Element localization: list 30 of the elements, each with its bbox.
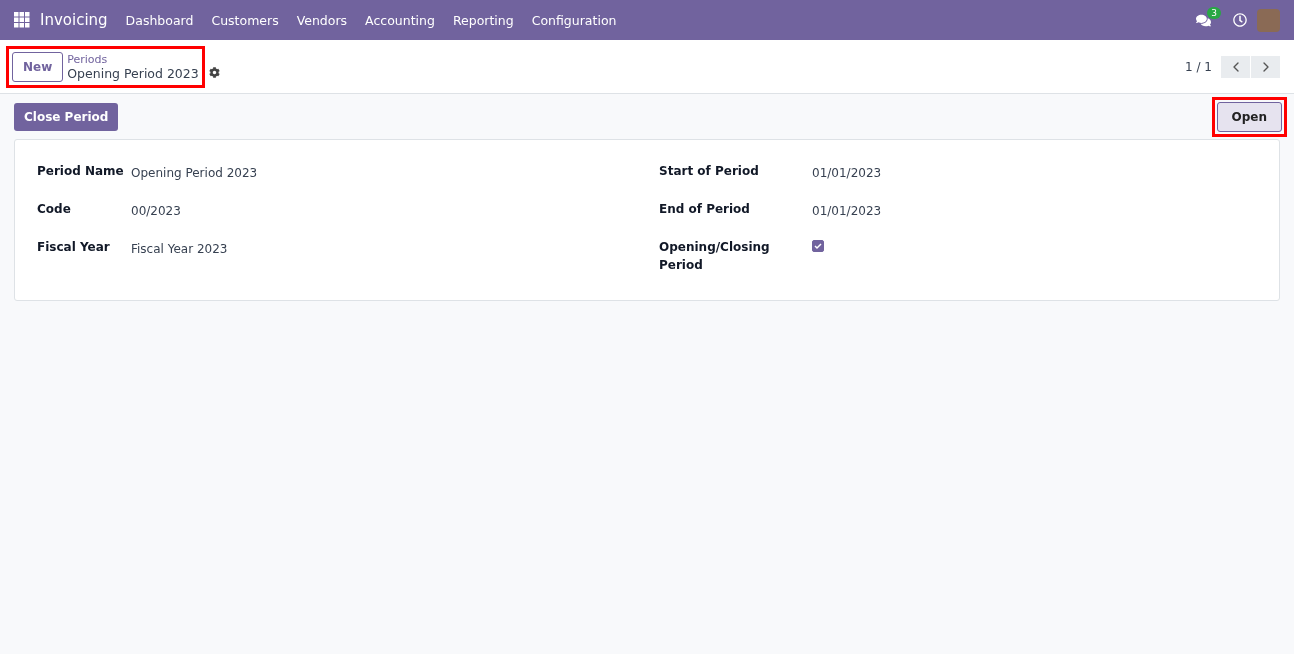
breadcrumb-link[interactable]: Periods bbox=[67, 52, 199, 66]
app-grid-icon[interactable] bbox=[14, 12, 30, 28]
new-button[interactable]: New bbox=[12, 51, 64, 82]
count-badge: 3 bbox=[1207, 6, 1221, 19]
field-value: Fiscal Year 2023 bbox=[131, 241, 229, 258]
menu-item[interactable]: Configuration bbox=[531, 12, 617, 28]
field-value: 01/01/2023 bbox=[812, 165, 883, 182]
field-label: Start of Period bbox=[659, 163, 760, 180]
status-button[interactable]: Open bbox=[1216, 102, 1282, 132]
record-title: Opening Period 2023 bbox=[67, 65, 199, 81]
clock-icon[interactable] bbox=[1233, 13, 1247, 27]
app-name[interactable]: Invoicing bbox=[40, 11, 108, 29]
menu-item[interactable]: Accounting bbox=[365, 12, 435, 28]
checkbox[interactable] bbox=[812, 240, 824, 252]
field-label: End of Period bbox=[659, 201, 751, 218]
menu-item[interactable]: Reporting bbox=[452, 12, 514, 28]
field-label: Code bbox=[37, 201, 72, 218]
field-label: Opening/Closing Period bbox=[659, 239, 771, 274]
pager-value: 1 / 1 bbox=[1185, 59, 1212, 74]
field-value: Opening Period 2023 bbox=[131, 165, 259, 182]
field-label: Period Name bbox=[37, 163, 125, 180]
field-value: 01/01/2023 bbox=[812, 203, 883, 220]
chat-icon[interactable] bbox=[1196, 12, 1211, 28]
menu-item[interactable]: Dashboard bbox=[125, 12, 194, 28]
field-value: 00/2023 bbox=[131, 203, 182, 220]
menu-item[interactable]: Customers bbox=[211, 12, 279, 28]
menu-item[interactable]: Vendors bbox=[296, 12, 348, 28]
settings-icon[interactable] bbox=[208, 67, 220, 78]
field-label: Fiscal Year bbox=[37, 239, 111, 256]
close-period-button[interactable]: Close Period bbox=[14, 103, 119, 131]
